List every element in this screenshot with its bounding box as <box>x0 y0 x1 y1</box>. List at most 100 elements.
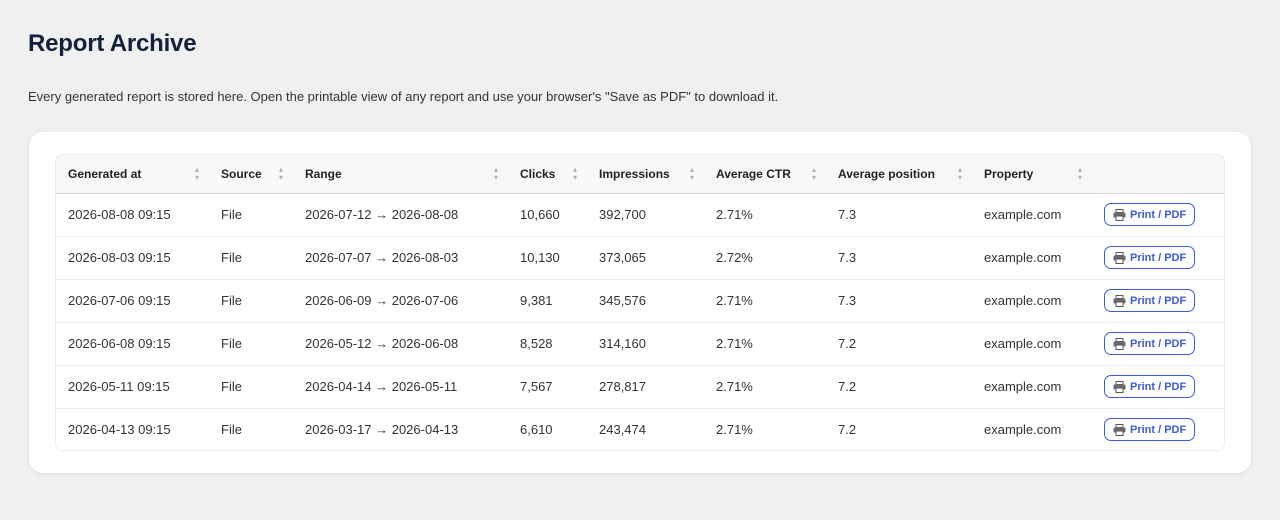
printer-icon <box>1113 208 1126 221</box>
column-header-label: Clicks <box>520 166 556 181</box>
actions-cell: Print / PDF <box>1092 322 1224 365</box>
impressions-cell: 373,065 <box>599 250 646 265</box>
clicks-cell: 9,381 <box>520 293 553 308</box>
column-header-range[interactable]: Range ▴ ▾ <box>293 155 508 193</box>
position-cell: 7.3 <box>838 250 857 265</box>
ctr-cell: 2.72% <box>716 250 753 265</box>
source-cell: File <box>221 379 242 394</box>
impressions-cell: 278,817 <box>599 379 646 394</box>
print-pdf-button[interactable]: Print / PDF <box>1104 332 1196 355</box>
column-header-property[interactable]: Property ▴ ▾ <box>972 155 1092 193</box>
print-pdf-label: Print / PDF <box>1130 251 1187 264</box>
column-header-label: Range <box>305 166 342 181</box>
source-cell: File <box>221 207 242 222</box>
printer-icon <box>1113 337 1126 350</box>
column-header-source[interactable]: Source ▴ ▾ <box>209 155 293 193</box>
print-pdf-button[interactable]: Print / PDF <box>1104 246 1196 269</box>
table-row: 2026-07-06 09:15 File 2026-06-09 → 2026-07… <box>56 279 1224 322</box>
position-cell: 7.3 <box>838 293 857 308</box>
clicks-cell: 10,130 <box>520 250 560 265</box>
clicks-cell: 7,567 <box>520 379 553 394</box>
print-pdf-button[interactable]: Print / PDF <box>1104 375 1196 398</box>
ctr-cell: 2.71% <box>716 422 753 438</box>
printer-icon <box>1113 294 1126 307</box>
column-header-clicks[interactable]: Clicks ▴ ▾ <box>508 155 587 193</box>
position-cell: 7.2 <box>838 379 857 394</box>
impressions-cell: 345,576 <box>599 293 646 308</box>
table-row: 2026-08-03 09:15 File 2026-07-07 → 2026-08… <box>56 236 1224 279</box>
table-body: 2026-08-08 09:15 File 2026-07-12 → 2026-08… <box>56 193 1224 450</box>
sort-icon[interactable]: ▴ ▾ <box>812 165 816 182</box>
print-pdf-label: Print / PDF <box>1130 337 1187 350</box>
column-header-generated-at[interactable]: Generated at ▴ ▾ <box>56 155 209 193</box>
column-header-impressions[interactable]: Impressions ▴ ▾ <box>587 155 704 193</box>
column-header-label: Property <box>984 166 1034 181</box>
ctr-cell: 2.71% <box>716 336 753 351</box>
generated-at-cell: 2026-08-03 09:15 <box>68 250 171 265</box>
column-header-actions <box>1092 155 1224 193</box>
actions-cell: Print / PDF <box>1092 408 1224 450</box>
print-pdf-label: Print / PDF <box>1130 423 1187 436</box>
print-pdf-button[interactable]: Print / PDF <box>1104 203 1196 226</box>
table-row: 2026-05-11 09:15 File 2026-04-14 → 2026-05… <box>56 365 1224 408</box>
actions-cell: Print / PDF <box>1092 365 1224 408</box>
ctr-cell: 2.71% <box>716 379 753 394</box>
column-header-label: Average CTR <box>716 166 791 181</box>
print-pdf-button[interactable]: Print / PDF <box>1104 289 1196 312</box>
property-cell: example.com <box>984 250 1062 265</box>
generated-at-cell: 2026-05-11 09:15 <box>68 379 170 394</box>
column-header-average-position[interactable]: Average position ▴ ▾ <box>826 155 972 193</box>
source-cell: File <box>221 336 242 351</box>
page-title: Report Archive <box>28 30 197 57</box>
sort-icon[interactable]: ▴ ▾ <box>573 165 577 182</box>
sort-icon[interactable]: ▴ ▾ <box>958 165 962 182</box>
property-cell: example.com <box>984 422 1062 438</box>
header-row: Generated at ▴ ▾ Source ▴ ▾ Range ▴ ▾ Clicks ▴ ▾ Imp… <box>56 155 1224 193</box>
actions-cell: Print / PDF <box>1092 193 1224 236</box>
printer-icon <box>1113 380 1126 393</box>
clicks-cell: 6,610 <box>520 422 553 438</box>
generated-at-cell: 2026-08-08 09:15 <box>68 207 171 222</box>
column-header-average-ctr[interactable]: Average CTR ▴ ▾ <box>704 155 826 193</box>
column-header-label: Source <box>221 166 262 181</box>
source-cell: File <box>221 422 242 438</box>
column-header-label: Average position <box>838 166 935 181</box>
print-pdf-label: Print / PDF <box>1130 380 1187 393</box>
clicks-cell: 8,528 <box>520 336 553 351</box>
ctr-cell: 2.71% <box>716 207 753 222</box>
position-cell: 7.2 <box>838 336 857 351</box>
column-header-label: Impressions <box>599 166 670 181</box>
impressions-cell: 392,700 <box>599 207 646 222</box>
printer-icon <box>1113 423 1126 436</box>
table-row: 2026-06-08 09:15 File 2026-05-12 → 2026-06… <box>56 322 1224 365</box>
range-cell: 2026-03-17 → 2026-04-13 <box>305 422 459 438</box>
impressions-cell: 314,160 <box>599 336 646 351</box>
sort-icon[interactable]: ▴ ▾ <box>690 165 694 182</box>
property-cell: example.com <box>984 207 1062 222</box>
range-cell: 2026-05-12 → 2026-06-08 <box>305 336 459 351</box>
page-description: Every generated report is stored here. O… <box>28 89 779 104</box>
report-archive-card: Generated at ▴ ▾ Source ▴ ▾ Range ▴ ▾ Clicks ▴ ▾ Imp… <box>29 132 1251 473</box>
position-cell: 7.2 <box>838 422 857 438</box>
print-pdf-label: Print / PDF <box>1130 294 1187 307</box>
sort-icon[interactable]: ▴ ▾ <box>279 165 283 182</box>
generated-at-cell: 2026-07-06 09:15 <box>68 293 171 308</box>
range-cell: 2026-07-07 → 2026-08-03 <box>305 250 459 265</box>
print-pdf-label: Print / PDF <box>1130 208 1187 221</box>
report-table-wrapper: Generated at ▴ ▾ Source ▴ ▾ Range ▴ ▾ Clicks ▴ ▾ Imp… <box>55 154 1225 451</box>
sort-icon[interactable]: ▴ ▾ <box>195 165 199 182</box>
printer-icon <box>1113 251 1126 264</box>
table-header: Generated at ▴ ▾ Source ▴ ▾ Range ▴ ▾ Clicks ▴ ▾ Imp… <box>56 155 1224 193</box>
generated-at-cell: 2026-06-08 09:15 <box>68 336 171 351</box>
property-cell: example.com <box>984 379 1062 394</box>
range-cell: 2026-07-12 → 2026-08-08 <box>305 207 459 222</box>
sort-icon[interactable]: ▴ ▾ <box>1078 165 1082 182</box>
range-cell: 2026-06-09 → 2026-07-06 <box>305 293 459 308</box>
range-cell: 2026-04-14 → 2026-05-11 <box>305 379 458 394</box>
sort-icon[interactable]: ▴ ▾ <box>494 165 498 182</box>
print-pdf-button[interactable]: Print / PDF <box>1104 418 1196 442</box>
source-cell: File <box>221 250 242 265</box>
table-row: 2026-08-08 09:15 File 2026-07-12 → 2026-08… <box>56 193 1224 236</box>
property-cell: example.com <box>984 293 1062 308</box>
source-cell: File <box>221 293 242 308</box>
